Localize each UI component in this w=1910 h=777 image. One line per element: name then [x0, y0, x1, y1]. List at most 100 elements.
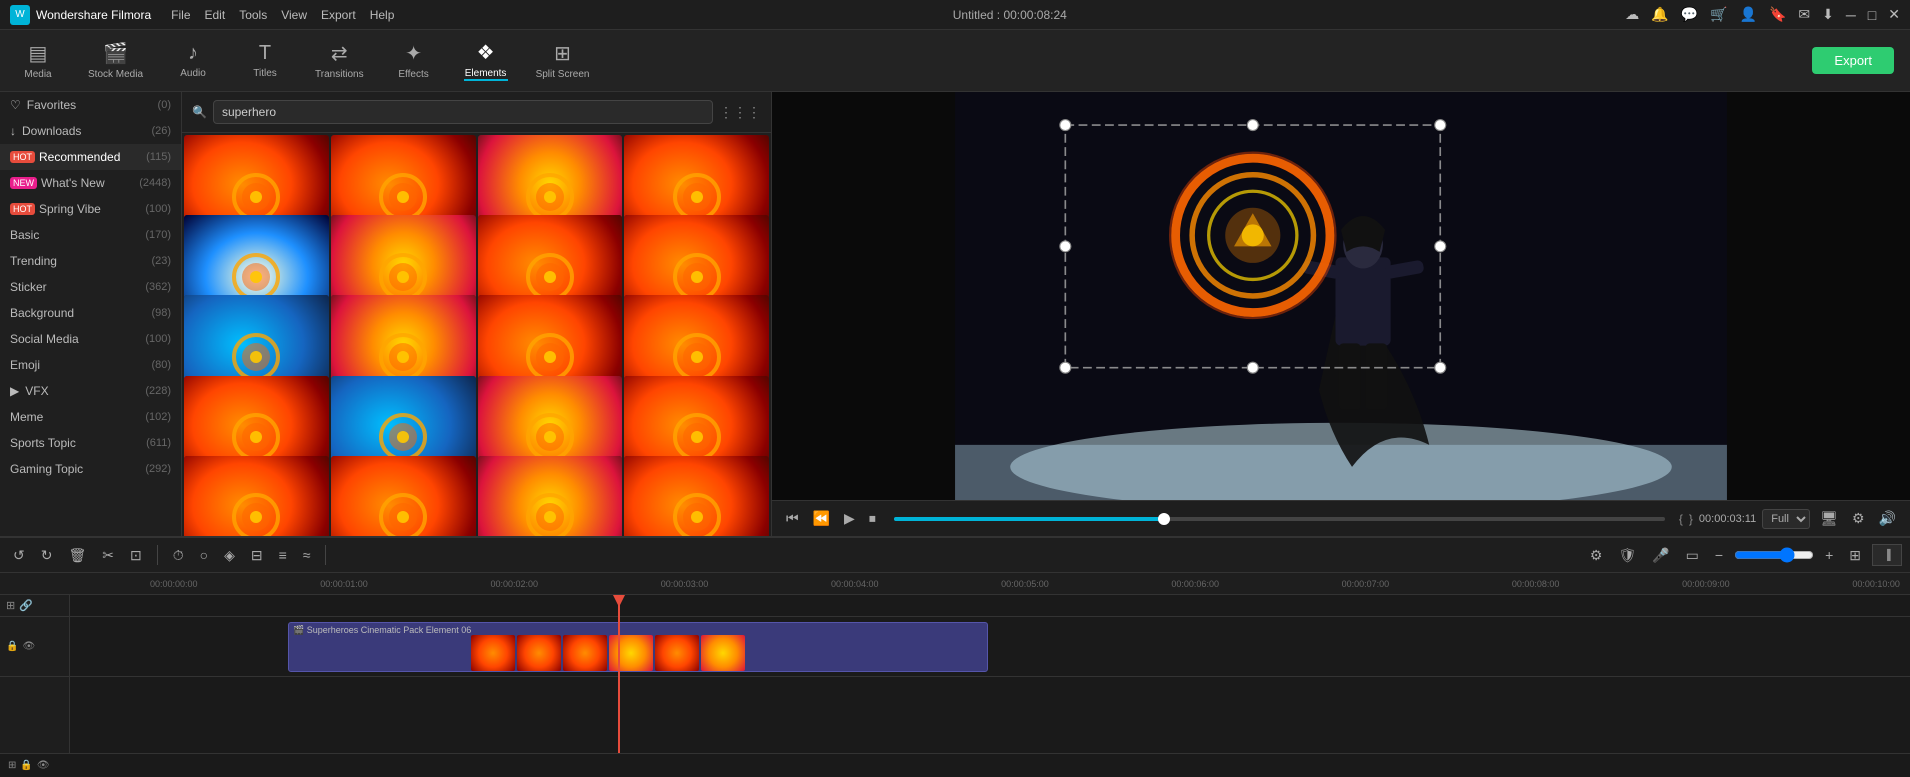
- preview-controls: ⏮ ⏪ ▶ ⏹ { } 00:00:03:11 Full 1/2 1/4 🖥 ⚙…: [772, 500, 1910, 536]
- play-button[interactable]: ▶: [840, 508, 859, 529]
- toolbar-elements[interactable]: ❖ Elements: [464, 40, 508, 81]
- status-icon-3[interactable]: 👁: [37, 760, 50, 771]
- audio-detach-button[interactable]: ≡: [274, 544, 292, 566]
- downloads-icon: ↓: [10, 124, 16, 138]
- status-icon-2[interactable]: 🔒: [20, 760, 32, 771]
- sidebar-item-sports-topic[interactable]: Sports Topic (611): [0, 430, 181, 456]
- sidebar-item-vfx[interactable]: ▶ VFX (228): [0, 378, 181, 404]
- close-icon[interactable]: ✕: [1888, 6, 1900, 23]
- clip-title: 🎬 Superheroes Cinematic Pack Element 06: [293, 625, 471, 636]
- grid-item-19[interactable]: ⬇ Superheroes Cinematic ...: [624, 456, 769, 536]
- chat-icon[interactable]: 💬: [1681, 6, 1698, 23]
- grid-item-16[interactable]: ⬇ Superheroes Cinematic ...: [184, 456, 329, 536]
- clip-thumb-2: [517, 635, 561, 671]
- skip-back-button[interactable]: ⏮: [782, 508, 803, 529]
- mic-button[interactable]: 🎤: [1647, 544, 1674, 567]
- step-back-button[interactable]: ⏪: [809, 508, 834, 529]
- toolbar-media[interactable]: ▤ Media: [16, 41, 60, 80]
- volume-icon[interactable]: 🔊: [1875, 508, 1900, 529]
- lock-icon[interactable]: 🔒: [6, 641, 18, 652]
- timeline-controls-row: ⊞ 🔗: [0, 595, 69, 617]
- alert-icon[interactable]: 🔔: [1651, 6, 1668, 23]
- toolbar-effects[interactable]: ✦ Effects: [392, 41, 436, 80]
- speed-button[interactable]: ⏱: [168, 544, 189, 567]
- audio-beat-button[interactable]: ≈: [298, 544, 316, 566]
- delete-button[interactable]: 🗑: [63, 544, 91, 567]
- grid-view-icon[interactable]: ⋮⋮⋮: [719, 104, 761, 121]
- settings-icon[interactable]: ⚙: [1848, 508, 1869, 529]
- eye-icon[interactable]: 👁: [22, 641, 35, 652]
- toolbar-audio[interactable]: ♪ Audio: [171, 42, 215, 79]
- search-bar: 🔍 ⋮⋮⋮: [182, 92, 771, 133]
- fit-button[interactable]: ⊞: [1844, 544, 1866, 567]
- search-input[interactable]: [213, 100, 713, 124]
- app-name: Wondershare Filmora: [36, 8, 151, 22]
- mail-icon[interactable]: ✉: [1798, 6, 1810, 23]
- progress-bar[interactable]: [894, 517, 1665, 521]
- zoom-slider[interactable]: [1734, 547, 1814, 563]
- settings-timeline-button[interactable]: ⚙: [1585, 544, 1608, 567]
- add-track-icon[interactable]: ⊞: [6, 599, 15, 612]
- clip-thumb-5: [655, 635, 699, 671]
- subtitle-button[interactable]: ▭: [1681, 544, 1704, 567]
- minimize-icon[interactable]: ─: [1846, 7, 1856, 23]
- menu-file[interactable]: File: [171, 8, 190, 22]
- sidebar-item-background[interactable]: Background (98): [0, 300, 181, 326]
- sidebar-item-whats-new[interactable]: NEW What's New (2448): [0, 170, 181, 196]
- crop-button[interactable]: ⊡: [125, 544, 147, 567]
- color-button[interactable]: ◈: [219, 544, 240, 567]
- menu-view[interactable]: View: [281, 8, 307, 22]
- undo-button[interactable]: ↺: [8, 544, 30, 567]
- progress-fill: [894, 517, 1164, 521]
- bookmark-icon[interactable]: 🔖: [1769, 6, 1786, 23]
- quality-select[interactable]: Full 1/2 1/4: [1762, 509, 1810, 529]
- menu-export[interactable]: Export: [321, 8, 356, 22]
- user-icon[interactable]: 👤: [1740, 6, 1757, 23]
- sidebar-item-meme[interactable]: Meme (102): [0, 404, 181, 430]
- video-clip[interactable]: 🎬 Superheroes Cinematic Pack Element 06: [288, 622, 988, 672]
- link-icon[interactable]: 🔗: [19, 599, 33, 612]
- sidebar-item-recommended[interactable]: HOT Recommended (115): [0, 144, 181, 170]
- grid-item-17[interactable]: ⬇ Superheroes Cinematic ...: [331, 456, 476, 536]
- redo-button[interactable]: ↻: [36, 544, 58, 567]
- stabilize-button[interactable]: ○: [195, 544, 213, 566]
- mark-0: 00:00:00:00: [150, 579, 198, 589]
- maximize-icon[interactable]: □: [1868, 7, 1876, 23]
- sidebar-item-emoji[interactable]: Emoji (80): [0, 352, 181, 378]
- cloud-icon[interactable]: ☁: [1625, 6, 1639, 23]
- sidebar-item-trending[interactable]: Trending (23): [0, 248, 181, 274]
- grid-item-18[interactable]: ⬇ Superheroes Cinematic ...: [478, 456, 623, 536]
- toolbar-transitions[interactable]: ⇄ Transitions: [315, 41, 364, 80]
- zoom-out-button[interactable]: −: [1710, 544, 1728, 566]
- menu-edit[interactable]: Edit: [205, 8, 226, 22]
- sidebar-item-social-media[interactable]: Social Media (100): [0, 326, 181, 352]
- export-button[interactable]: Export: [1812, 47, 1894, 74]
- toolbar-split-screen[interactable]: ⊞ Split Screen: [536, 41, 590, 80]
- download-icon[interactable]: ⬇: [1822, 6, 1834, 23]
- clip-thumb-6: [701, 635, 745, 671]
- split-button[interactable]: ⊟: [246, 544, 268, 567]
- cart-icon[interactable]: 🛒: [1710, 6, 1727, 23]
- cut-button[interactable]: ✂: [97, 544, 119, 567]
- vfx-expand-icon: ▶: [10, 384, 19, 398]
- toolbar-stock-media[interactable]: 🎬 Stock Media: [88, 41, 143, 80]
- status-icon-1[interactable]: ⊞: [8, 760, 16, 771]
- bottom-section: ↺ ↻ 🗑 ✂ ⊡ ⏱ ○ ◈ ⊟ ≡ ≈ ⚙ 🛡 🎤 ▭ − + ⊞ ▐ 00…: [0, 536, 1910, 777]
- sidebar-item-favorites[interactable]: ♡ Favorites (0): [0, 92, 181, 118]
- sidebar-item-gaming-topic[interactable]: Gaming Topic (292): [0, 456, 181, 482]
- main-toolbar: ▤ Media 🎬 Stock Media ♪ Audio T Titles ⇄…: [0, 30, 1910, 92]
- sidebar-item-sticker[interactable]: Sticker (362): [0, 274, 181, 300]
- sidebar-item-spring-vibe[interactable]: HOT Spring Vibe (100): [0, 196, 181, 222]
- sidebar-item-basic[interactable]: Basic (170): [0, 222, 181, 248]
- stop-button[interactable]: ⏹: [865, 508, 880, 529]
- timeline-track-area: 🎬 Superheroes Cinematic Pack Element 06: [70, 595, 1910, 753]
- shield-button[interactable]: 🛡: [1613, 544, 1641, 567]
- toolbar-titles[interactable]: T Titles: [243, 42, 287, 79]
- sidebar-item-downloads[interactable]: ↓ Downloads (26): [0, 118, 181, 144]
- monitor-icon[interactable]: 🖥: [1816, 508, 1842, 529]
- zoom-in-button[interactable]: +: [1820, 544, 1838, 566]
- progress-thumb[interactable]: [1158, 513, 1170, 525]
- menu-tools[interactable]: Tools: [239, 8, 267, 22]
- menu-help[interactable]: Help: [370, 8, 395, 22]
- clip-start-marker: {: [1679, 512, 1683, 526]
